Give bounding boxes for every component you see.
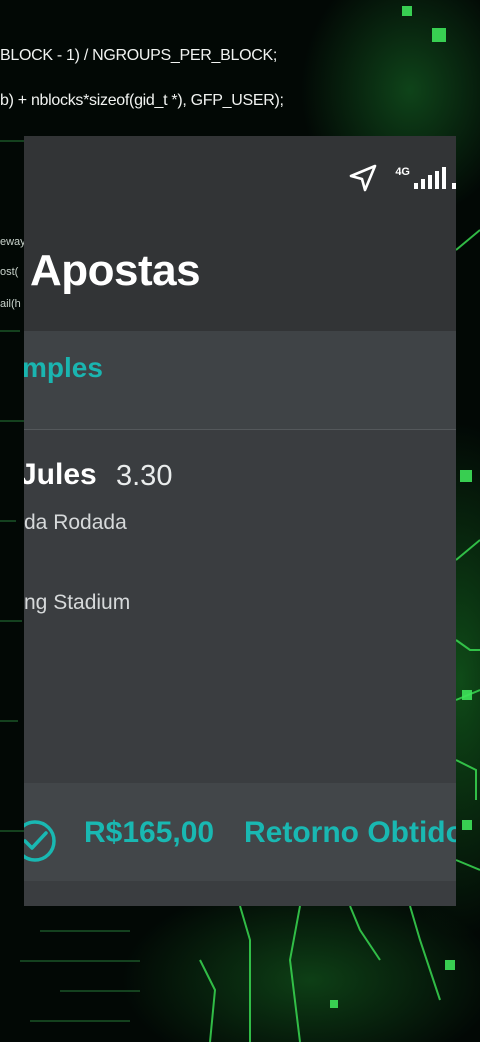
bottom-strip — [24, 881, 456, 906]
background-code-line: BLOCK - 1) / NGROUPS_PER_BLOCK; — [0, 47, 278, 64]
phone-screen: 4G Apostas mples Jules 3.30 da Rodada ng… — [24, 136, 456, 906]
background-code-fragment: eway — [0, 236, 26, 248]
page-title: Apostas — [30, 246, 201, 295]
return-status: Retorno Obtido — [244, 816, 456, 849]
navigation-arrow-icon — [348, 163, 378, 193]
background-code-line: b) + nblocks*sizeof(gid_t *), GFP_USER); — [0, 92, 284, 109]
bet-odds: 3.30 — [116, 460, 173, 492]
network-type-label: 4G — [395, 166, 410, 178]
return-amount: R$165,00 — [84, 816, 215, 849]
signal-icon — [412, 165, 456, 191]
background-code-fragment: ail(h — [0, 298, 21, 310]
match-name: Jules — [24, 458, 97, 491]
bet-venue: ng Stadium — [24, 591, 131, 614]
check-circle-icon — [24, 818, 58, 869]
background-code-fragment: ost( — [0, 266, 19, 278]
tab-simples[interactable]: mples — [24, 352, 103, 384]
bet-round: da Rodada — [24, 511, 127, 534]
